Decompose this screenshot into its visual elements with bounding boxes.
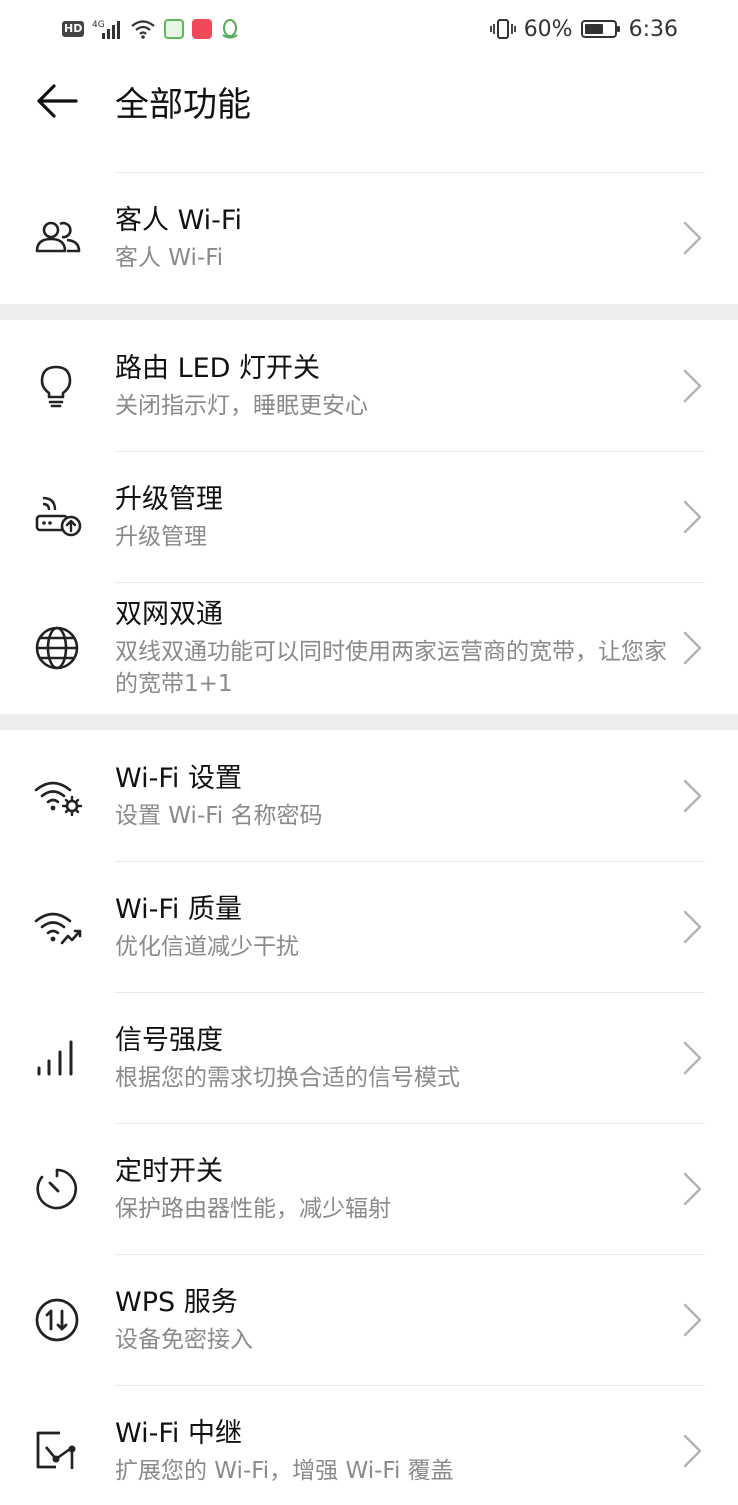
wifi-relay-icon [0, 1429, 115, 1473]
status-bar: HD 4G 60% 6:36 [0, 0, 738, 58]
qq-icon [222, 19, 238, 39]
item-subtitle: 扩展您的 Wi-Fi，增强 Wi-Fi 覆盖 [115, 1457, 454, 1484]
wifi-settings-icon [0, 776, 115, 816]
section-gap [0, 714, 738, 730]
item-title: 双网双通 [115, 599, 223, 630]
back-arrow-icon [37, 84, 78, 118]
feature-list: 客人 Wi-Fi 客人 Wi-Fi 路由 LED 灯开关 关闭指示灯，睡眠更安心 [0, 172, 738, 1505]
item-subtitle: 优化信道减少干扰 [115, 933, 299, 960]
list-item-wifi-quality[interactable]: Wi-Fi 质量 优化信道减少干扰 [0, 861, 738, 992]
timer-icon [0, 1166, 115, 1212]
item-title: 客人 Wi-Fi [115, 205, 242, 236]
header: 全部功能 [0, 58, 738, 144]
item-title: 定时开关 [115, 1155, 223, 1187]
item-title: 路由 LED 灯开关 [115, 352, 321, 384]
router-upgrade-icon [0, 496, 115, 538]
section-gap [0, 304, 738, 320]
clock: 6:36 [628, 16, 678, 42]
list-item-led-switch[interactable]: 路由 LED 灯开关 关闭指示灯，睡眠更安心 [0, 320, 738, 451]
chevron-right-icon [683, 369, 702, 402]
chevron-right-icon [683, 1172, 702, 1205]
list-item-signal-strength[interactable]: 信号强度 根据您的需求切换合适的信号模式 [0, 992, 738, 1123]
item-title: Wi-Fi 质量 [115, 893, 242, 925]
globe-icon [0, 625, 115, 671]
signal-bars-icon [0, 1038, 115, 1078]
list-item-guest-wifi[interactable]: 客人 Wi-Fi 客人 Wi-Fi [0, 172, 738, 304]
item-subtitle: 双线双通功能可以同时使用两家运营商的宽带，让您家的宽带1+1 [115, 639, 667, 697]
list-item-upgrade-management[interactable]: 升级管理 升级管理 [0, 451, 738, 582]
item-title: 信号强度 [115, 1024, 223, 1056]
4g-signal-icon: 4G [92, 20, 121, 39]
item-subtitle: 根据您的需求切换合适的信号模式 [115, 1064, 460, 1091]
hd-icon: HD [62, 21, 85, 37]
list-item-timer-switch[interactable]: 定时开关 保护路由器性能，减少辐射 [0, 1123, 738, 1254]
app-badge-green-icon [164, 19, 185, 39]
wps-icon [0, 1297, 115, 1343]
chevron-right-icon [683, 910, 702, 943]
item-title: Wi-Fi 设置 [115, 762, 242, 794]
wifi-quality-icon [0, 907, 115, 947]
list-item-dual-network[interactable]: 双网双通 双线双通功能可以同时使用两家运营商的宽带，让您家的宽带1+1 [0, 582, 738, 714]
chevron-right-icon [683, 500, 702, 533]
vibrate-icon [489, 19, 516, 39]
chevron-right-icon [683, 631, 702, 665]
item-subtitle: 关闭指示灯，睡眠更安心 [115, 392, 368, 419]
lightbulb-icon [0, 363, 115, 409]
status-bar-left: HD 4G [62, 18, 240, 40]
chevron-right-icon [683, 221, 702, 255]
list-item-wifi-relay[interactable]: Wi-Fi 中继 扩展您的 Wi-Fi，增强 Wi-Fi 覆盖 [0, 1385, 738, 1505]
item-subtitle: 升级管理 [115, 523, 207, 550]
chevron-right-icon [683, 1434, 702, 1467]
list-item-wifi-settings[interactable]: Wi-Fi 设置 设置 Wi-Fi 名称密码 [0, 730, 738, 861]
item-title: WPS 服务 [115, 1286, 238, 1318]
battery-percent: 60% [523, 16, 573, 42]
chevron-right-icon [683, 1303, 702, 1336]
chevron-right-icon [683, 779, 702, 812]
app-badge-red-icon [192, 19, 213, 39]
item-subtitle: 设置 Wi-Fi 名称密码 [115, 802, 323, 829]
page-title: 全部功能 [115, 84, 251, 125]
list-item-wps-service[interactable]: WPS 服务 设备免密接入 [0, 1254, 738, 1385]
back-button[interactable] [0, 58, 115, 144]
status-bar-right: 60% 6:36 [489, 16, 678, 42]
item-title: 升级管理 [115, 483, 223, 515]
item-title: Wi-Fi 中继 [115, 1417, 242, 1449]
item-subtitle: 客人 Wi-Fi [115, 245, 224, 271]
wifi-icon [131, 20, 156, 39]
chevron-right-icon [683, 1041, 702, 1074]
guest-users-icon [0, 218, 115, 258]
svg-text:4G: 4G [92, 20, 105, 30]
item-subtitle: 保护路由器性能，减少辐射 [115, 1195, 391, 1222]
battery-icon [580, 20, 620, 38]
item-subtitle: 设备免密接入 [115, 1326, 253, 1353]
